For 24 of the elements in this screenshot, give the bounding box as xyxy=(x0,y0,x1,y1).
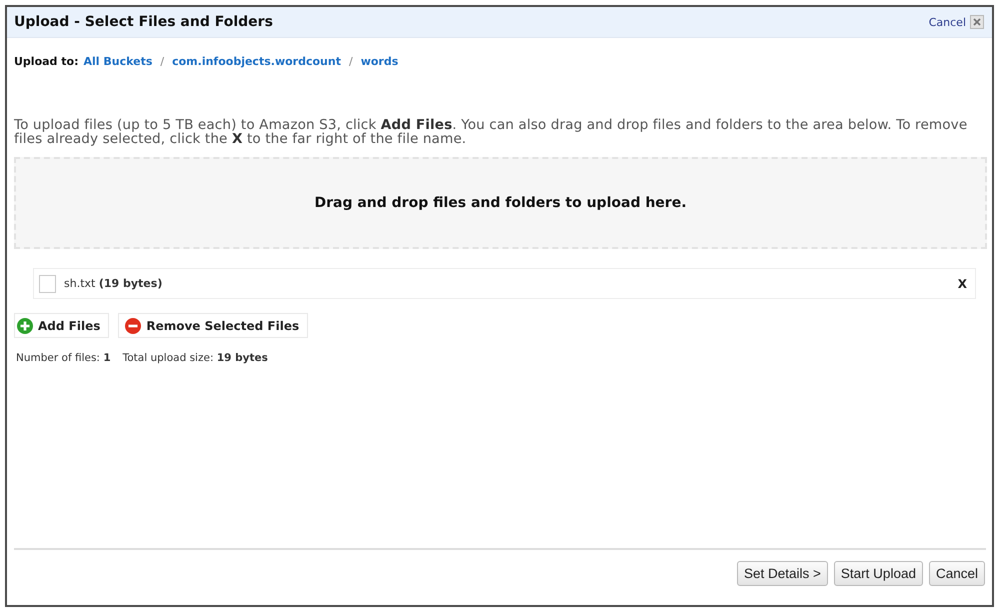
plus-circle-icon xyxy=(17,318,33,334)
breadcrumb-link[interactable]: All Buckets xyxy=(83,55,152,68)
minus-circle-icon xyxy=(125,318,142,334)
drop-zone-text: Drag and drop files and folders to upload here. xyxy=(314,195,687,211)
breadcrumb-link[interactable]: com.infoobjects.wordcount xyxy=(172,55,341,68)
path-separator: / xyxy=(160,55,164,68)
close-icon[interactable] xyxy=(970,15,984,29)
drop-zone[interactable]: Drag and drop files and folders to upload here. xyxy=(14,157,987,249)
path-separator: / xyxy=(348,55,353,68)
upload-to-label: Upload to: xyxy=(14,55,78,68)
footer-button[interactable]: Start Upload xyxy=(834,561,923,586)
summary-text: Number of files: 1 xyxy=(16,352,111,364)
footer-button[interactable]: Set Details > xyxy=(737,561,828,586)
breadcrumb-link[interactable]: words xyxy=(360,55,398,68)
file-name: sh.txt (19 bytes) xyxy=(64,277,162,290)
remove-files-button[interactable]: Remove Selected Files xyxy=(118,313,308,338)
add-files-button[interactable]: Add Files xyxy=(14,313,110,338)
summary-text: Total upload size: 19 bytes xyxy=(122,352,268,364)
instructions-text: To upload files (up to 5 TB each) to Amazon S3, click Add Files. You can also drag and drop files and folders to the area below. To remove files already selected, click the X to the far right of the file name. xyxy=(14,118,968,146)
footer-button[interactable]: Cancel xyxy=(928,561,985,586)
remove-file-button[interactable]: X xyxy=(956,276,969,290)
file-checkbox[interactable] xyxy=(39,274,56,292)
dialog-title: Upload - Select Files and Folders xyxy=(14,14,273,30)
cancel-link[interactable]: Cancel xyxy=(928,16,966,28)
